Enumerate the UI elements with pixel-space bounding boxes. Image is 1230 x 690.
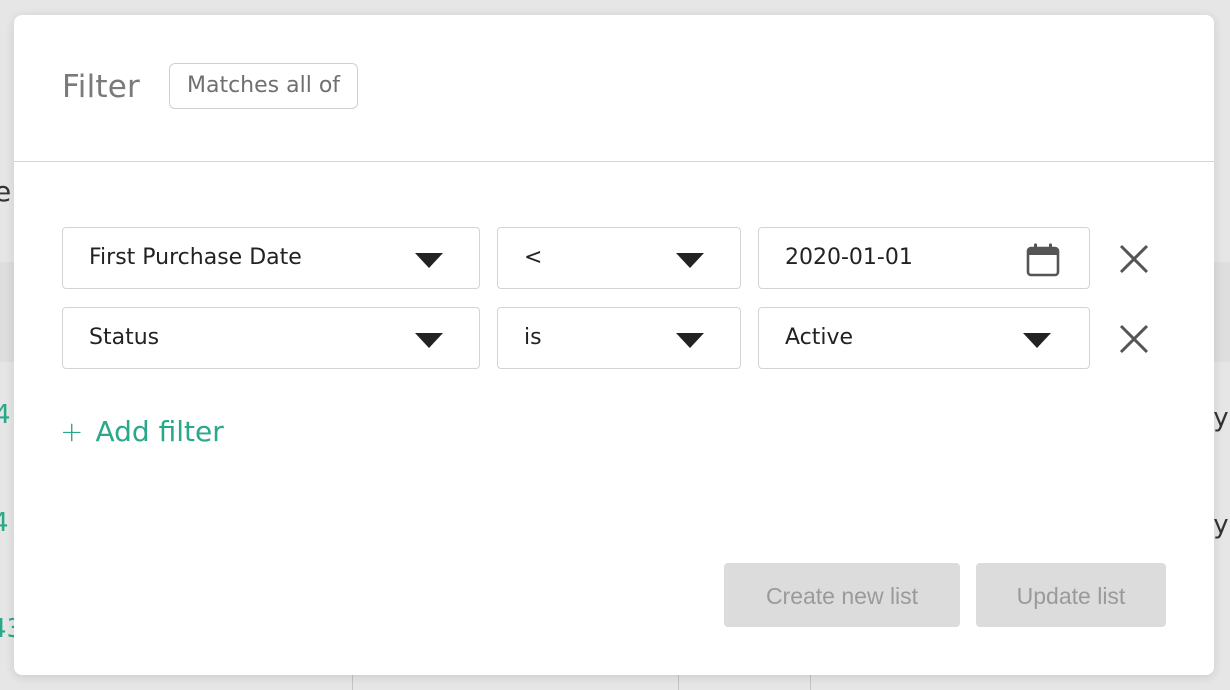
filter-value-value: Active: [785, 325, 854, 350]
create-new-list-button[interactable]: Create new list: [724, 563, 960, 627]
chevron-down-icon: [676, 253, 704, 268]
filter-date-input[interactable]: 2020-01-01: [758, 227, 1090, 289]
filter-field-select[interactable]: First Purchase Date: [62, 227, 480, 289]
modal-title: Filter: [62, 69, 140, 105]
remove-filter-close-icon[interactable]: [1118, 323, 1150, 355]
filter-value-select[interactable]: Active: [758, 307, 1090, 369]
chevron-down-icon: [415, 333, 443, 348]
filter-row: Status is Active: [62, 307, 1162, 369]
add-filter-button[interactable]: + Add filter: [60, 415, 224, 448]
filter-field-value: Status: [89, 325, 160, 350]
filter-field-select[interactable]: Status: [62, 307, 480, 369]
background-heading-fragment: e: [0, 175, 12, 208]
modal-header: Filter Matches all of: [14, 15, 1214, 162]
chevron-down-icon: [415, 253, 443, 268]
remove-filter-close-icon[interactable]: [1118, 243, 1150, 275]
filter-date-value: 2020-01-01: [785, 245, 913, 270]
filter-row: First Purchase Date < 2020-01-01: [62, 227, 1162, 289]
filter-field-value: First Purchase Date: [89, 245, 302, 270]
background-link-fragment: 4: [0, 400, 11, 430]
match-mode-selector[interactable]: Matches all of: [169, 63, 359, 109]
filter-operator-value: <: [524, 245, 543, 270]
plus-icon: +: [60, 415, 84, 448]
background-link-fragment: 4: [0, 508, 9, 538]
filter-operator-select[interactable]: <: [497, 227, 741, 289]
chevron-down-icon: [676, 333, 704, 348]
filter-modal: Filter Matches all of First Purchase Dat…: [14, 15, 1214, 675]
filter-operator-select[interactable]: is: [497, 307, 741, 369]
add-filter-label: Add filter: [95, 415, 224, 448]
calendar-icon[interactable]: [1025, 242, 1061, 278]
chevron-down-icon: [1023, 333, 1051, 348]
filter-operator-value: is: [524, 325, 542, 350]
update-list-button[interactable]: Update list: [976, 563, 1166, 627]
